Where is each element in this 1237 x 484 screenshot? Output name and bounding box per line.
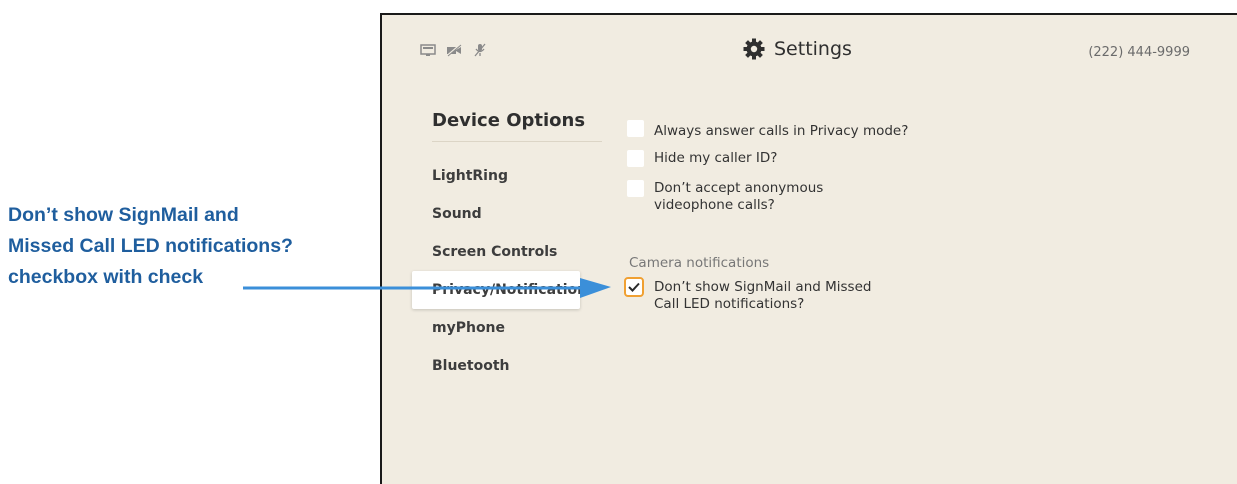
callout-line-2: Missed Call LED notifications? [8, 235, 293, 257]
video-off-icon [446, 43, 462, 57]
checkmark-icon [628, 282, 640, 292]
option-hide-caller-id[interactable]: Hide my caller ID? [627, 150, 777, 167]
status-icons [420, 43, 488, 57]
option-anonymous-calls[interactable]: Don’t accept anonymous videophone calls? [627, 180, 823, 214]
mic-off-icon [472, 43, 488, 57]
option-label: Hide my caller ID? [654, 150, 778, 166]
sidebar-item-bluetooth[interactable]: Bluetooth [382, 347, 622, 385]
option-label-line-2: Call LED notifications? [654, 296, 805, 312]
sidebar-item-sound[interactable]: Sound [382, 195, 622, 233]
option-label: Don’t show SignMail and Missed Call LED … [654, 279, 871, 313]
option-hide-signmail-led[interactable]: Don’t show SignMail and Missed Call LED … [624, 277, 871, 313]
option-label-line-1: Don’t show SignMail and Missed [654, 279, 872, 295]
settings-screen: Settings (222) 444-9999 Device Options L… [380, 13, 1237, 484]
page-title: Settings [774, 38, 852, 60]
hide-signmail-led-checkbox[interactable] [624, 277, 644, 297]
callout-line-3: checkbox with check [8, 266, 204, 288]
option-label: Don’t accept anonymous videophone calls? [654, 180, 823, 214]
option-label: Always answer calls in Privacy mode? [654, 123, 909, 139]
phone-number: (222) 444-9999 [1088, 45, 1190, 60]
sidebar-item-lightring[interactable]: LightRing [382, 157, 622, 195]
option-label-line-1: Don’t accept anonymous [654, 180, 824, 196]
sidebar-item-screen-controls[interactable]: Screen Controls [382, 233, 622, 271]
sidebar-item-privacy-notifications[interactable]: Privacy/Notifications [412, 271, 580, 309]
callout-text: Don’t show SignMail and Missed Call LED … [8, 200, 378, 293]
option-label-line-2: videophone calls? [654, 197, 775, 213]
sidebar: LightRing Sound Screen Controls Privacy/… [382, 157, 622, 385]
hide-caller-id-checkbox[interactable] [627, 150, 644, 167]
sidebar-item-myphone[interactable]: myPhone [382, 309, 622, 347]
gear-icon [742, 37, 766, 61]
camera-notifications-label: Camera notifications [629, 255, 770, 271]
page-header: Settings [742, 37, 852, 61]
option-always-answer-privacy[interactable]: Always answer calls in Privacy mode? [627, 120, 908, 140]
anonymous-calls-checkbox[interactable] [627, 180, 644, 197]
display-icon [420, 43, 436, 57]
always-answer-privacy-checkbox[interactable] [627, 120, 644, 137]
sidebar-divider [432, 141, 602, 142]
sidebar-heading: Device Options [432, 110, 586, 131]
callout-line-1: Don’t show SignMail and [8, 204, 239, 226]
